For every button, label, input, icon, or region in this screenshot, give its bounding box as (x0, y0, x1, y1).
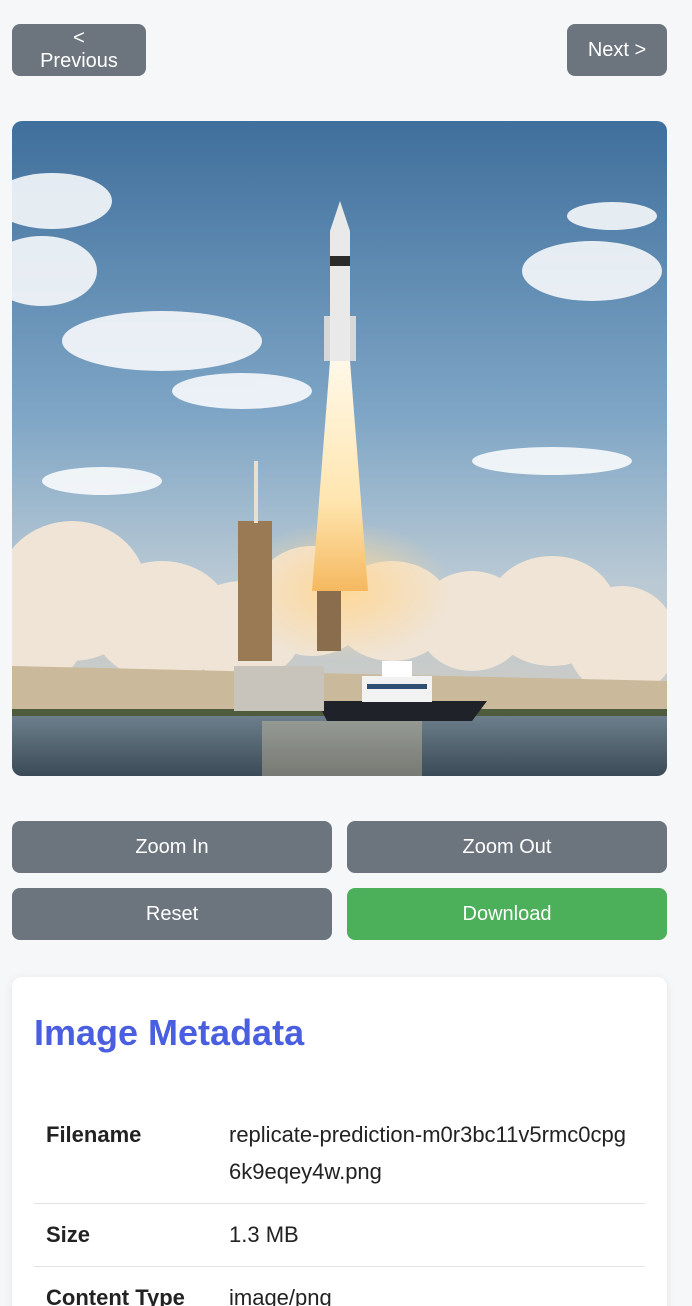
next-button[interactable]: Next > (567, 24, 667, 76)
rocket-launch-image (12, 121, 667, 776)
metadata-card: Image Metadata Filename replicate-predic… (12, 977, 667, 1306)
download-button[interactable]: Download (347, 888, 667, 940)
image-viewer-page: < Previous Next > Zoom In Zoom Out Reset… (0, 0, 692, 1306)
metadata-key: Content Type (34, 1266, 217, 1306)
metadata-row-content-type: Content Type image/png (34, 1266, 645, 1306)
reset-button[interactable]: Reset (12, 888, 332, 940)
metadata-value: 1.3 MB (217, 1203, 645, 1268)
zoom-in-button[interactable]: Zoom In (12, 821, 332, 873)
metadata-key: Size (34, 1203, 217, 1268)
previous-button[interactable]: < Previous (12, 24, 146, 76)
metadata-value: image/png (217, 1266, 645, 1306)
metadata-key: Filename (34, 1112, 217, 1205)
zoom-out-button[interactable]: Zoom Out (347, 821, 667, 873)
metadata-table: Filename replicate-prediction-m0r3bc11v5… (34, 1112, 645, 1306)
metadata-value: replicate-prediction-m0r3bc11v5rmc0cpg6k… (217, 1112, 645, 1205)
metadata-title: Image Metadata (34, 1012, 305, 1053)
main-image[interactable] (12, 121, 667, 776)
metadata-row-filename: Filename replicate-prediction-m0r3bc11v5… (34, 1112, 645, 1205)
metadata-row-size: Size 1.3 MB (34, 1203, 645, 1268)
